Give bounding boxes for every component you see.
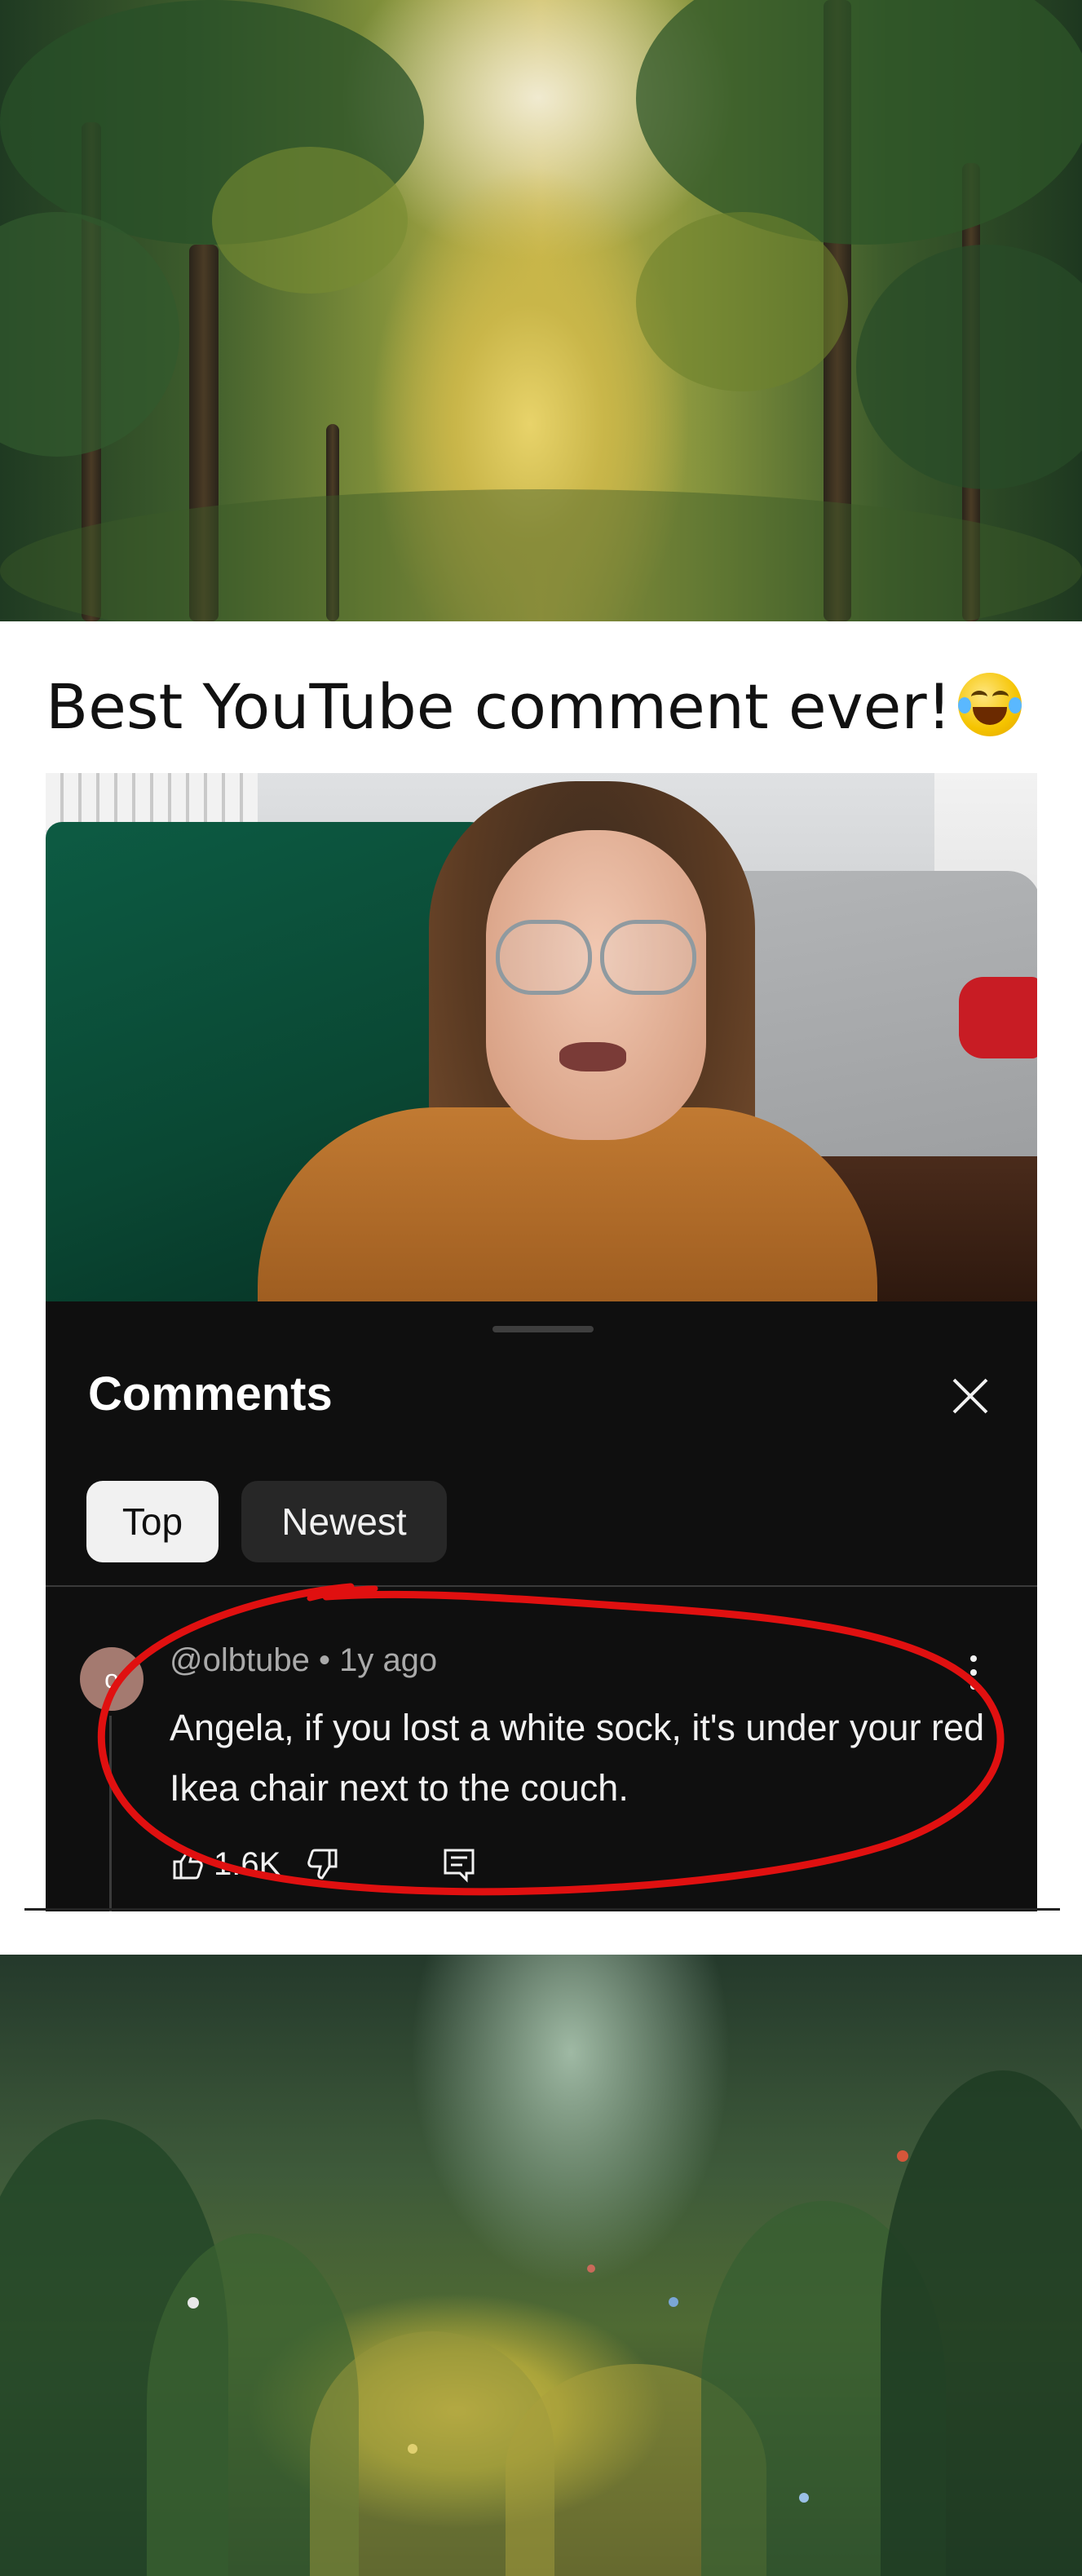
panel-bottom-border bbox=[24, 1908, 1060, 1911]
face-with-tears-of-joy-icon bbox=[958, 673, 1022, 736]
tab-newest[interactable]: Newest bbox=[241, 1481, 447, 1562]
post-title-text: Best YouTube comment ever! bbox=[46, 670, 952, 743]
comment-meta: @olbtube • 1y ago bbox=[170, 1642, 437, 1679]
video-frame bbox=[46, 773, 1037, 1301]
glasses-left-lens bbox=[496, 920, 592, 995]
tab-top[interactable]: Top bbox=[86, 1481, 219, 1562]
meta-separator: • bbox=[309, 1642, 340, 1678]
person-mouth bbox=[559, 1042, 626, 1071]
comments-panel: Comments Top Newest o @olbtube • 1y ago … bbox=[46, 1301, 1037, 1911]
thumbs-up-icon[interactable] bbox=[168, 1845, 205, 1883]
close-icon[interactable] bbox=[949, 1375, 991, 1417]
drag-handle[interactable] bbox=[492, 1326, 594, 1332]
forest-painting-top bbox=[0, 0, 1082, 621]
post-title: Best YouTube comment ever! bbox=[46, 670, 1049, 743]
comment-author[interactable]: @olbtube bbox=[170, 1642, 310, 1678]
thumbs-down-icon[interactable] bbox=[305, 1845, 342, 1883]
red-chair bbox=[959, 977, 1037, 1058]
comment-time: 1y ago bbox=[339, 1642, 438, 1678]
comment-text: Angela, if you lost a white sock, it's u… bbox=[170, 1707, 985, 1809]
glasses-right-lens bbox=[600, 920, 696, 995]
divider bbox=[46, 1585, 1037, 1587]
thread-line bbox=[109, 1716, 112, 1911]
reply-icon[interactable] bbox=[440, 1845, 478, 1883]
comments-heading: Comments bbox=[88, 1368, 333, 1421]
like-count: 1.6K bbox=[214, 1845, 281, 1882]
comment-actions: 1.6K bbox=[168, 1840, 478, 1889]
forest-painting-bottom bbox=[0, 1955, 1082, 2576]
avatar[interactable]: o bbox=[80, 1647, 144, 1711]
more-options-icon[interactable] bbox=[967, 1654, 980, 1691]
